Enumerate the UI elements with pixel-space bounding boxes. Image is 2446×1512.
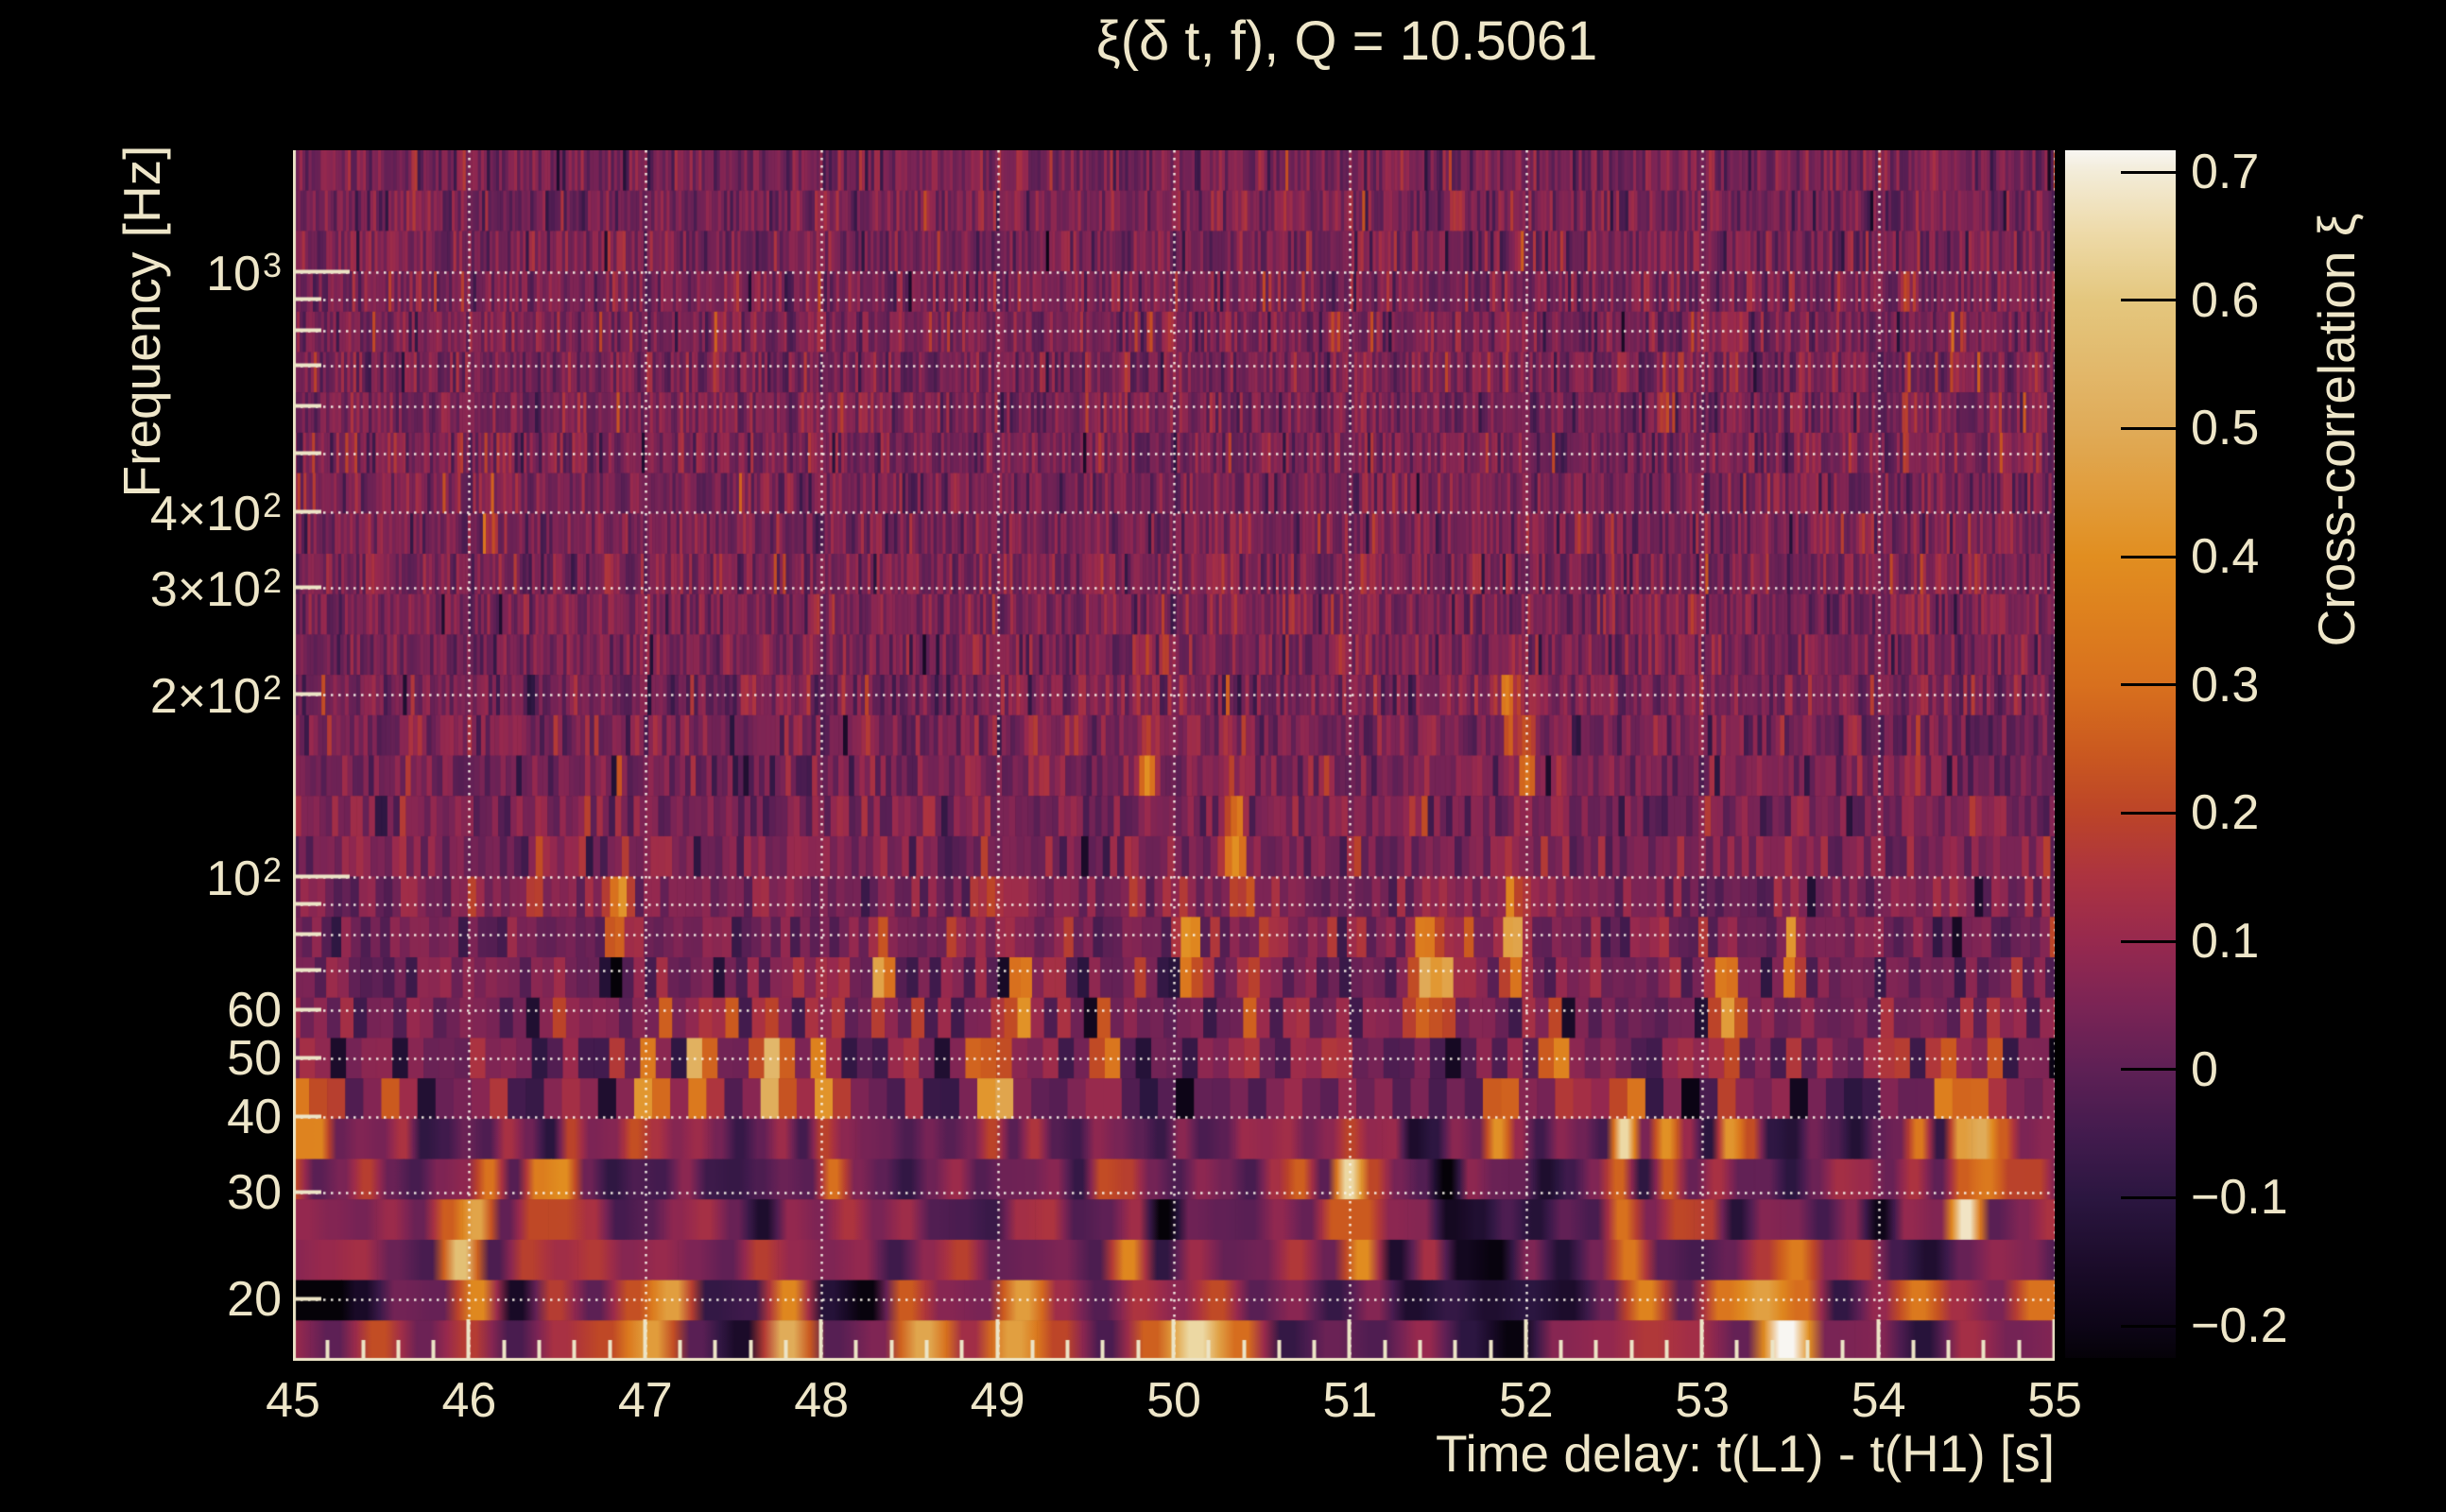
x-tick-label: 50 — [1146, 1373, 1201, 1428]
y-tick-label: 2×102 — [149, 667, 282, 725]
colorbar-tick — [2121, 939, 2176, 943]
colorbar-tick-label: 0.7 — [2191, 145, 2260, 200]
colorbar-tick — [2121, 683, 2176, 687]
x-tick-label: 55 — [2027, 1373, 2082, 1428]
colorbar-tick — [2121, 811, 2176, 815]
colorbar-tick-label: 0.4 — [2191, 529, 2260, 585]
y-tick-label: 3×102 — [149, 561, 282, 618]
y-tick-label: 20 — [227, 1271, 282, 1327]
colorbar-tick-label: 0.3 — [2191, 657, 2260, 713]
colorbar-tick-label: 0.1 — [2191, 914, 2260, 970]
y-tick-label: 102 — [206, 850, 282, 906]
page-title: ξ(δ t, f), Q = 10.5061 — [1095, 10, 1598, 72]
colorbar-title: Cross-correlation ξ — [2307, 213, 2366, 647]
colorbar-tick — [2121, 426, 2176, 430]
x-tick-label: 46 — [441, 1373, 497, 1428]
x-tick-label: 54 — [1851, 1373, 1906, 1428]
y-tick-label: 40 — [227, 1090, 282, 1144]
heatmap-canvas — [293, 150, 2055, 1361]
colorbar-tick-label: 0.2 — [2191, 785, 2260, 841]
x-tick-label: 45 — [266, 1373, 320, 1428]
y-tick-label: 50 — [227, 1031, 282, 1087]
x-tick-label: 47 — [617, 1373, 673, 1428]
colorbar-tick — [2121, 1068, 2176, 1072]
x-tick-label: 51 — [1322, 1373, 1378, 1428]
colorbar — [2065, 150, 2176, 1358]
x-tick-label: 48 — [794, 1373, 850, 1428]
colorbar-tick — [2121, 1324, 2176, 1328]
colorbar-tick-label: 0.5 — [2191, 401, 2260, 456]
colorbar-tick-label: −0.2 — [2191, 1298, 2288, 1354]
y-tick-label: 4×102 — [149, 486, 282, 542]
x-tick-label: 49 — [970, 1373, 1025, 1428]
colorbar-tick — [2121, 170, 2176, 174]
x-axis-title: Time delay: t(L1) - t(H1) [s] — [1435, 1424, 2055, 1483]
y-tick-label: 103 — [206, 245, 282, 302]
qscan-figure: ξ(δ t, f), Q = 10.5061 Frequency [Hz] 10… — [0, 0, 2446, 1512]
colorbar-tick-label: −0.1 — [2191, 1170, 2288, 1226]
colorbar-tick-label: 0.6 — [2191, 272, 2260, 328]
y-axis-title: Frequency [Hz] — [112, 145, 171, 498]
x-tick-label: 53 — [1675, 1373, 1731, 1428]
colorbar-tick — [2121, 299, 2176, 302]
colorbar-tick — [2121, 555, 2176, 558]
colorbar-tick — [2121, 1195, 2176, 1199]
colorbar-tick-label: 0 — [2191, 1041, 2218, 1097]
x-tick-label: 52 — [1498, 1373, 1554, 1428]
y-tick-label: 30 — [227, 1164, 282, 1220]
